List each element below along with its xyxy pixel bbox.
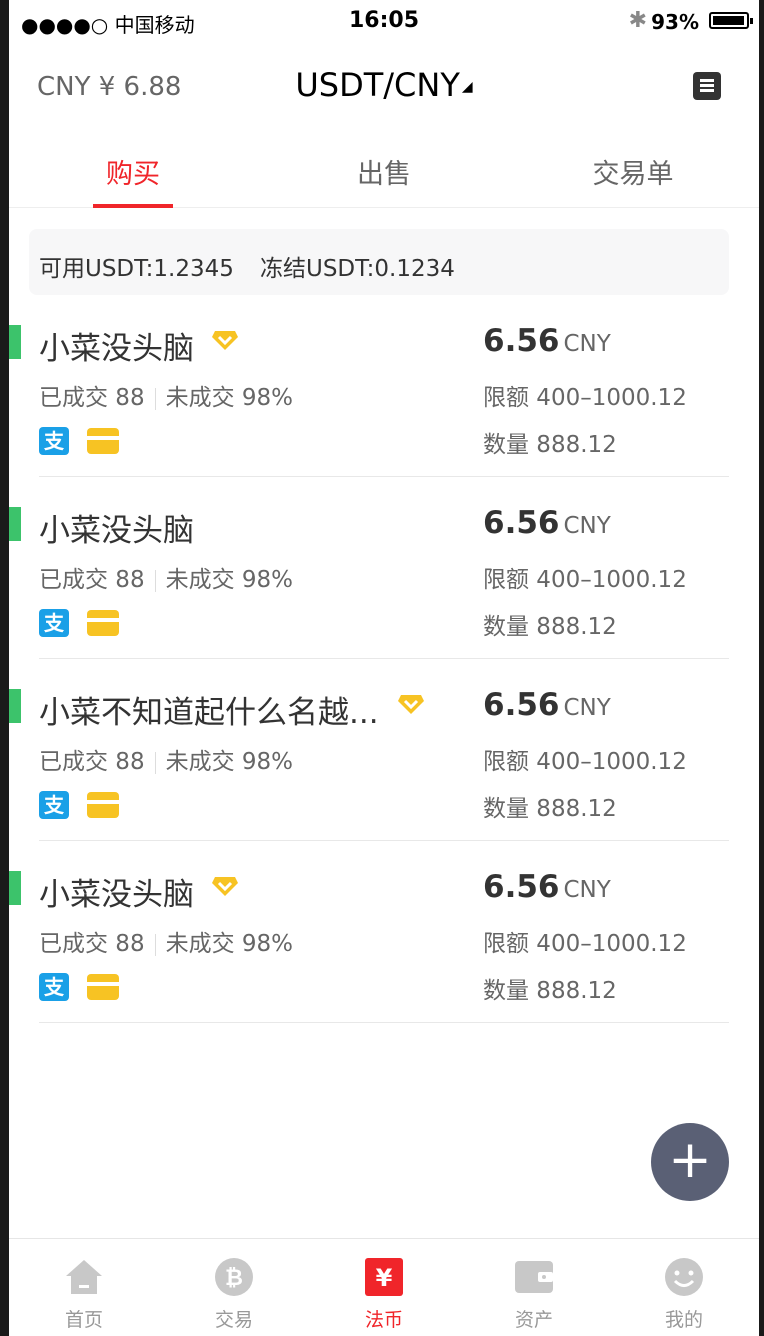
home-icon	[66, 1260, 102, 1294]
offer-quantity: 数量 888.12	[483, 432, 617, 458]
svg-text:₿: ₿	[225, 1266, 243, 1291]
offer-quantity: 数量 888.12	[483, 978, 617, 1004]
completed-count: 已成交 88	[39, 931, 145, 957]
offer-price: 6.56 CNY	[483, 505, 611, 541]
offer-quantity: 数量 888.12	[483, 796, 617, 822]
nav-fiat[interactable]: ¥ 法币	[309, 1239, 459, 1336]
offer-limit: 限额 400–1000.12	[483, 749, 687, 775]
verified-diamond-icon	[398, 695, 424, 714]
menu-icon[interactable]	[693, 72, 721, 100]
header: CNY ¥ 6.88 USDT/CNY ◢	[9, 40, 759, 128]
pending-rate: 未成交 98%	[165, 749, 294, 775]
bank-card-icon	[87, 792, 119, 818]
balance-bar: 可用USDT:1.2345 冻结USDT:0.1234	[29, 229, 729, 295]
nav-label: 法币	[364, 1309, 403, 1331]
alipay-icon: 支	[39, 973, 69, 1001]
price-unit: CNY	[563, 877, 611, 903]
alipay-icon: 支	[39, 609, 69, 637]
merchant-stats: 已成交 88 未成交 98%	[39, 378, 293, 412]
price-value: 6.56	[483, 323, 560, 359]
yen-icon: ¥	[365, 1258, 403, 1296]
battery-percent: 93%	[651, 10, 699, 34]
completed-count: 已成交 88	[39, 567, 145, 593]
completed-count: 已成交 88	[39, 385, 145, 411]
tab-orders[interactable]: 交易单	[533, 152, 733, 191]
caret-icon: ◢	[461, 79, 473, 95]
trade-tabs: 购买 出售 交易单	[9, 128, 759, 208]
frozen-balance: 冻结USDT:0.1234	[260, 256, 455, 282]
offer-price: 6.56 CNY	[483, 687, 611, 723]
nav-assets[interactable]: 资产	[459, 1239, 609, 1336]
nav-home[interactable]: 首页	[9, 1239, 159, 1336]
available-balance: 可用USDT:1.2345	[39, 256, 234, 282]
bank-card-icon	[87, 610, 119, 636]
battery-icon	[709, 12, 753, 29]
price-value: 6.56	[483, 869, 560, 905]
merchant-stats: 已成交 88 未成交 98%	[39, 924, 293, 958]
nav-label: 首页	[64, 1309, 103, 1331]
merchant-stats: 已成交 88 未成交 98%	[39, 560, 293, 594]
price-value: 6.56	[483, 687, 560, 723]
offer-price: 6.56 CNY	[483, 323, 611, 359]
online-indicator	[9, 507, 21, 541]
pending-rate: 未成交 98%	[165, 567, 294, 593]
profile-icon	[665, 1258, 703, 1296]
pair-label: USDT/CNY	[295, 66, 460, 104]
bottom-nav: 首页 ₿ 交易 ¥ 法币 资产 我的	[9, 1238, 759, 1336]
merchant-name: 小菜没头脑	[39, 877, 194, 913]
row-divider	[39, 1022, 729, 1023]
price-value: 6.56	[483, 505, 560, 541]
nav-trade[interactable]: ₿ 交易	[159, 1239, 309, 1336]
bank-card-icon	[87, 974, 119, 1000]
offer-quantity: 数量 888.12	[483, 614, 617, 640]
verified-diamond-icon	[212, 877, 238, 896]
status-bar: ●●●●○ 中国移动 16:05 ✱ 93%	[9, 0, 759, 40]
offer-limit: 限额 400–1000.12	[483, 385, 687, 411]
nav-label: 资产	[514, 1309, 553, 1331]
offer-limit: 限额 400–1000.12	[483, 567, 687, 593]
offer-price: 6.56 CNY	[483, 869, 611, 905]
price-unit: CNY	[563, 331, 611, 357]
tab-sell[interactable]: 出售	[284, 152, 484, 191]
add-offer-button[interactable]: +	[651, 1123, 729, 1201]
nav-profile[interactable]: 我的	[609, 1239, 759, 1336]
offer-limit: 限额 400–1000.12	[483, 931, 687, 957]
online-indicator	[9, 689, 21, 723]
verified-diamond-icon	[212, 331, 238, 350]
bluetooth-icon: ✱	[628, 8, 647, 33]
alipay-icon: 支	[39, 427, 69, 455]
merchant-name: 小菜没头脑	[39, 331, 194, 367]
bitcoin-icon: ₿	[215, 1258, 253, 1296]
merchant-stats: 已成交 88 未成交 98%	[39, 742, 293, 776]
list-item[interactable]: 小菜没头脑 已成交 88 未成交 98% 支 6.56 CNY 限额 400–100…	[9, 477, 759, 659]
list-item[interactable]: 小菜不知道起什么名越... 已成交 88 未成交 98% 支 6.56 CNY 限额…	[9, 659, 759, 841]
price-unit: CNY	[563, 695, 611, 721]
price-unit: CNY	[563, 513, 611, 539]
completed-count: 已成交 88	[39, 749, 145, 775]
bank-card-icon	[87, 428, 119, 454]
merchant-name: 小菜没头脑	[39, 513, 194, 549]
pair-selector[interactable]: USDT/CNY ◢	[9, 66, 759, 104]
online-indicator	[9, 871, 21, 905]
online-indicator	[9, 325, 21, 359]
nav-label: 交易	[214, 1309, 253, 1331]
nav-label: 我的	[664, 1309, 703, 1331]
pending-rate: 未成交 98%	[165, 931, 294, 957]
offer-list: 小菜没头脑 已成交 88 未成交 98% 支 6.56 CNY 限额 400–100…	[9, 295, 759, 1023]
list-item[interactable]: 小菜没头脑 已成交 88 未成交 98% 支 6.56 CNY 限额 400–100…	[9, 295, 759, 477]
tab-buy[interactable]: 购买	[33, 152, 233, 191]
alipay-icon: 支	[39, 791, 69, 819]
wallet-icon	[515, 1261, 553, 1293]
svg-text:¥: ¥	[376, 1264, 393, 1292]
pending-rate: 未成交 98%	[165, 385, 294, 411]
app-screen: ●●●●○ 中国移动 16:05 ✱ 93% CNY ¥ 6.88 USDT/C…	[9, 0, 759, 1336]
list-item[interactable]: 小菜没头脑 已成交 88 未成交 98% 支 6.56 CNY 限额 400–100…	[9, 841, 759, 1023]
tab-active-indicator	[93, 204, 173, 208]
merchant-name: 小菜不知道起什么名越...	[39, 695, 379, 731]
